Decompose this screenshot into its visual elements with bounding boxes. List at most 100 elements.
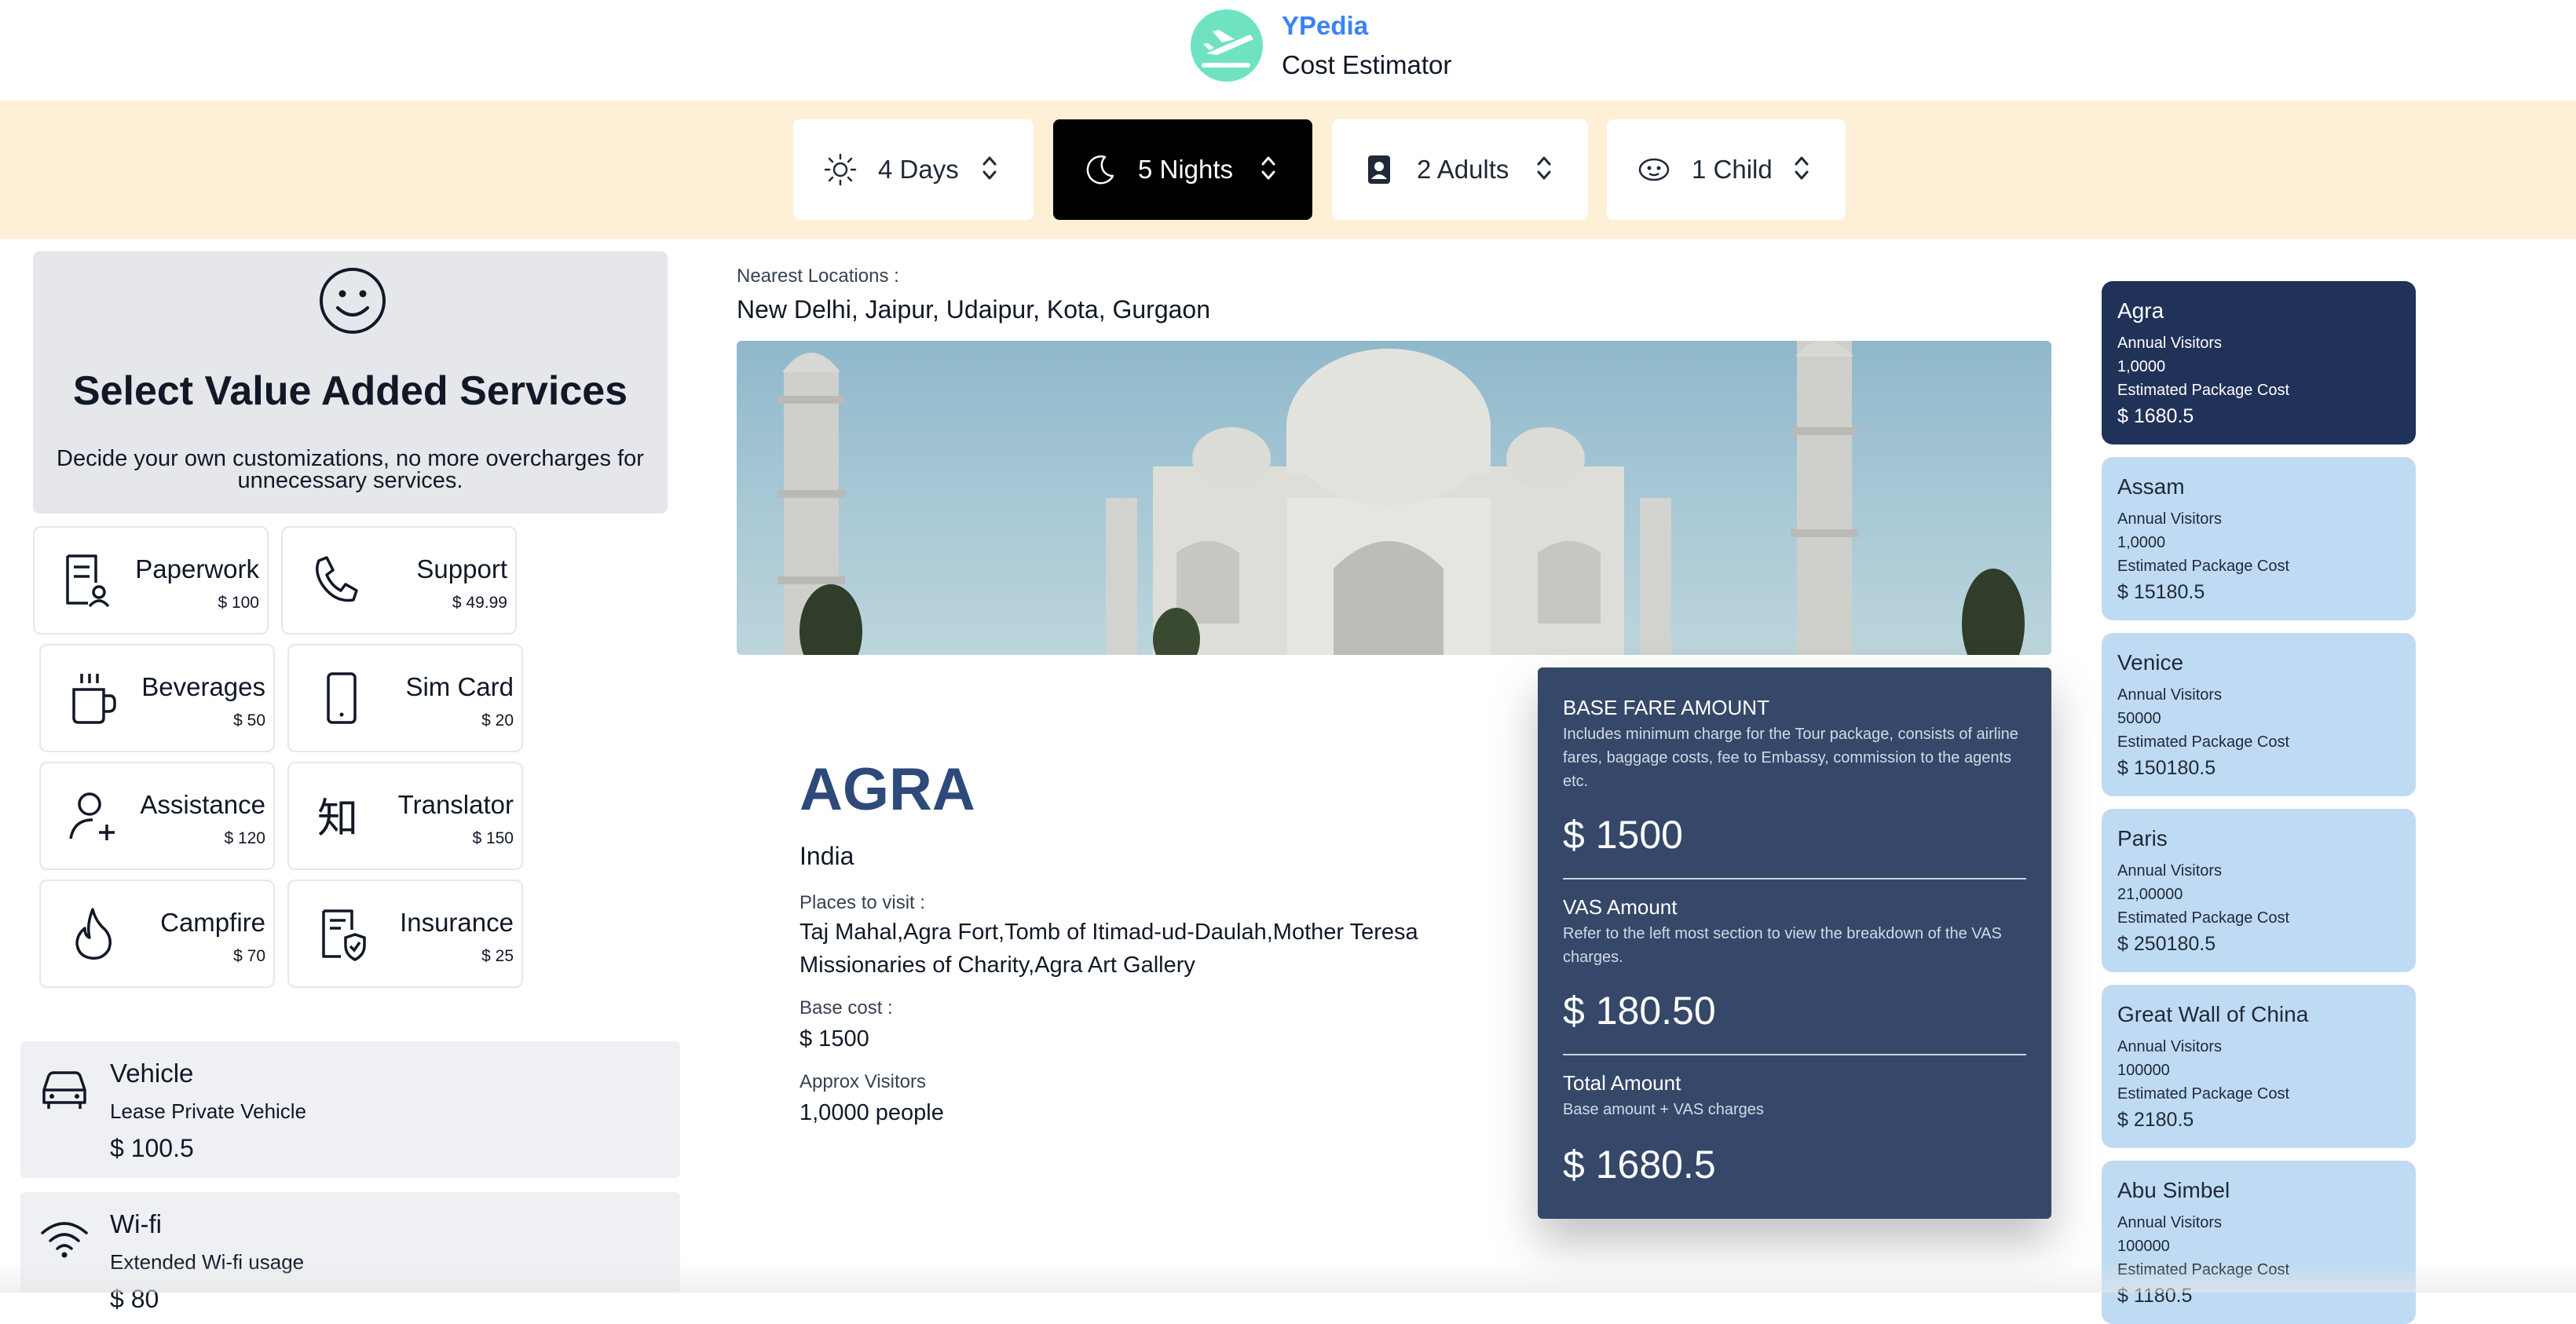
- service-card-campfire[interactable]: Campfire $ 70: [39, 880, 275, 988]
- svg-text:知: 知: [317, 795, 358, 843]
- visitors-value: 50000: [2117, 710, 2161, 727]
- location-card-great-wall[interactable]: Great Wall of China Annual Visitors 1000…: [2102, 985, 2416, 1148]
- extra-subtitle: Lease Private Vehicle: [110, 1099, 307, 1123]
- cost-label: Estimated Package Cost: [2117, 558, 2289, 575]
- service-price: $ 120: [224, 829, 265, 847]
- adults-value: 2 Adults: [1417, 155, 1509, 184]
- base-fare-value: $ 1500: [1563, 813, 1683, 857]
- service-price: $ 25: [481, 947, 514, 965]
- vas-description: Decide your own customizations, no more …: [57, 446, 644, 493]
- divider: [1563, 878, 2026, 880]
- extra-price: $ 80: [110, 1285, 159, 1313]
- service-price: $ 100: [218, 594, 259, 612]
- vehicle-option[interactable]: Vehicle Lease Private Vehicle $ 100.5: [20, 1041, 680, 1178]
- places-value: Taj Mahal,Agra Fort,Tomb of Itimad-ud-Da…: [800, 920, 1418, 978]
- service-name: Translator: [397, 790, 514, 819]
- cost-label: Estimated Package Cost: [2117, 733, 2289, 751]
- location-card-paris[interactable]: Paris Annual Visitors 21,00000 Estimated…: [2102, 809, 2416, 972]
- service-card-insurance[interactable]: Insurance $ 25: [287, 880, 523, 988]
- service-card-translator[interactable]: 知 Translator $ 150: [287, 762, 523, 870]
- total-amount-value: $ 1680.5: [1563, 1143, 1716, 1187]
- moon-icon: [1086, 155, 1114, 185]
- vas-header-card: Select Value Added Services Decide your …: [33, 251, 668, 514]
- flame-icon: [75, 908, 112, 960]
- id-badge-icon: [1368, 155, 1390, 184]
- visitors-label: Annual Visitors: [2117, 862, 2223, 880]
- service-price: $ 20: [481, 711, 514, 730]
- location-name: Paris: [2117, 826, 2168, 850]
- visitors-value: 1,0000: [2117, 358, 2166, 375]
- app-header: YPedia Cost Estimator: [0, 0, 2576, 101]
- service-card-paperwork[interactable]: Paperwork $ 100: [33, 526, 269, 635]
- extra-subtitle: Extended Wi-fi usage: [110, 1250, 305, 1274]
- base-cost-label: Base cost :: [800, 997, 893, 1019]
- location-card-assam[interactable]: Assam Annual Visitors 1,0000 Estimated P…: [2102, 457, 2416, 620]
- app-subtitle: Cost Estimator: [1282, 50, 1452, 79]
- vas-amount-description: Refer to the left most section to view t…: [1563, 925, 2002, 966]
- wifi-option[interactable]: Wi-fi Extended Wi-fi usage $ 80: [20, 1192, 680, 1313]
- extra-title: Wi-fi: [110, 1209, 162, 1238]
- service-name: Assistance: [140, 790, 265, 819]
- smiley-icon: [320, 268, 386, 334]
- brand-name[interactable]: YPedia: [1282, 11, 1368, 41]
- visitors-label: Annual Visitors: [2117, 335, 2223, 352]
- extra-title: Vehicle: [110, 1059, 194, 1088]
- service-name: Sim Card: [405, 672, 514, 701]
- service-card-assistance[interactable]: Assistance $ 120: [39, 762, 275, 870]
- service-price: $ 70: [233, 947, 265, 965]
- visitors-label: Annual Visitors: [2117, 1038, 2223, 1055]
- adults-selector[interactable]: 2 Adults: [1332, 119, 1588, 220]
- location-card-abu-simbel[interactable]: Abu Simbel Annual Visitors 100000 Estima…: [2102, 1161, 2416, 1324]
- location-card-venice[interactable]: Venice Annual Visitors 50000 Estimated P…: [2102, 633, 2416, 796]
- fare-summary-panel: BASE FARE AMOUNT Includes minimum charge…: [1538, 667, 2051, 1219]
- visitors-value: 1,0000 people: [800, 1100, 944, 1125]
- visitors-value: 1,0000: [2117, 534, 2166, 551]
- service-card-sim-card[interactable]: Sim Card $ 20: [287, 644, 523, 752]
- location-name: Assam: [2117, 474, 2185, 499]
- days-selector[interactable]: 4 Days: [793, 119, 1034, 220]
- service-name: Paperwork: [135, 554, 259, 583]
- nights-selector[interactable]: 5 Nights: [1053, 119, 1312, 220]
- location-name: Abu Simbel: [2117, 1178, 2230, 1202]
- vas-amount-title: VAS Amount: [1563, 895, 1678, 919]
- destination-hero-image: [737, 341, 2051, 655]
- up-down-chevron-icon: [1795, 156, 1809, 180]
- visitors-value: 100000: [2117, 1062, 2170, 1079]
- service-name: Beverages: [141, 672, 265, 701]
- plane-logo-icon: [1191, 9, 1263, 82]
- service-price: $ 150: [472, 829, 514, 847]
- child-selector[interactable]: 1 Child: [1607, 119, 1846, 220]
- child-face-icon: [1638, 158, 1670, 181]
- location-card-agra[interactable]: Agra Annual Visitors 1,0000 Estimated Pa…: [2102, 281, 2416, 444]
- vas-amount-value: $ 180.50: [1563, 989, 1716, 1033]
- shield-doc-icon: [322, 909, 366, 961]
- sun-icon: [824, 153, 857, 186]
- divider: [1563, 1054, 2026, 1055]
- translate-icon: 知: [317, 795, 358, 843]
- wifi-icon: [41, 1222, 88, 1258]
- taj-mahal-illustration: [778, 341, 2025, 655]
- visitors-value: 100000: [2117, 1238, 2170, 1255]
- extra-price: $ 100.5: [110, 1134, 194, 1162]
- cost-value: $ 250180.5: [2117, 933, 2216, 955]
- service-card-beverages[interactable]: Beverages $ 50: [39, 644, 275, 752]
- cost-value: $ 1180.5: [2117, 1285, 2193, 1307]
- phone-icon: [316, 556, 358, 602]
- visitors-value: 21,00000: [2117, 886, 2183, 903]
- places-label: Places to visit :: [800, 892, 926, 913]
- location-name: Venice: [2117, 650, 2184, 675]
- cost-value: $ 15180.5: [2117, 581, 2205, 603]
- location-name: Great Wall of China: [2117, 1002, 2309, 1026]
- service-card-support[interactable]: Support $ 49.99: [281, 526, 517, 635]
- up-down-chevron-icon: [982, 156, 997, 180]
- days-value: 4 Days: [878, 155, 959, 184]
- vas-title: Select Value Added Services: [72, 368, 628, 414]
- visitors-label: Annual Visitors: [2117, 686, 2223, 704]
- cost-label: Estimated Package Cost: [2117, 382, 2289, 399]
- cost-value: $ 150180.5: [2117, 757, 2216, 779]
- location-name: Agra: [2117, 298, 2164, 323]
- total-amount-title: Total Amount: [1563, 1071, 1681, 1095]
- nights-value: 5 Nights: [1138, 155, 1234, 184]
- visitors-label: Approx Visitors: [800, 1071, 926, 1092]
- service-name: Insurance: [400, 908, 514, 937]
